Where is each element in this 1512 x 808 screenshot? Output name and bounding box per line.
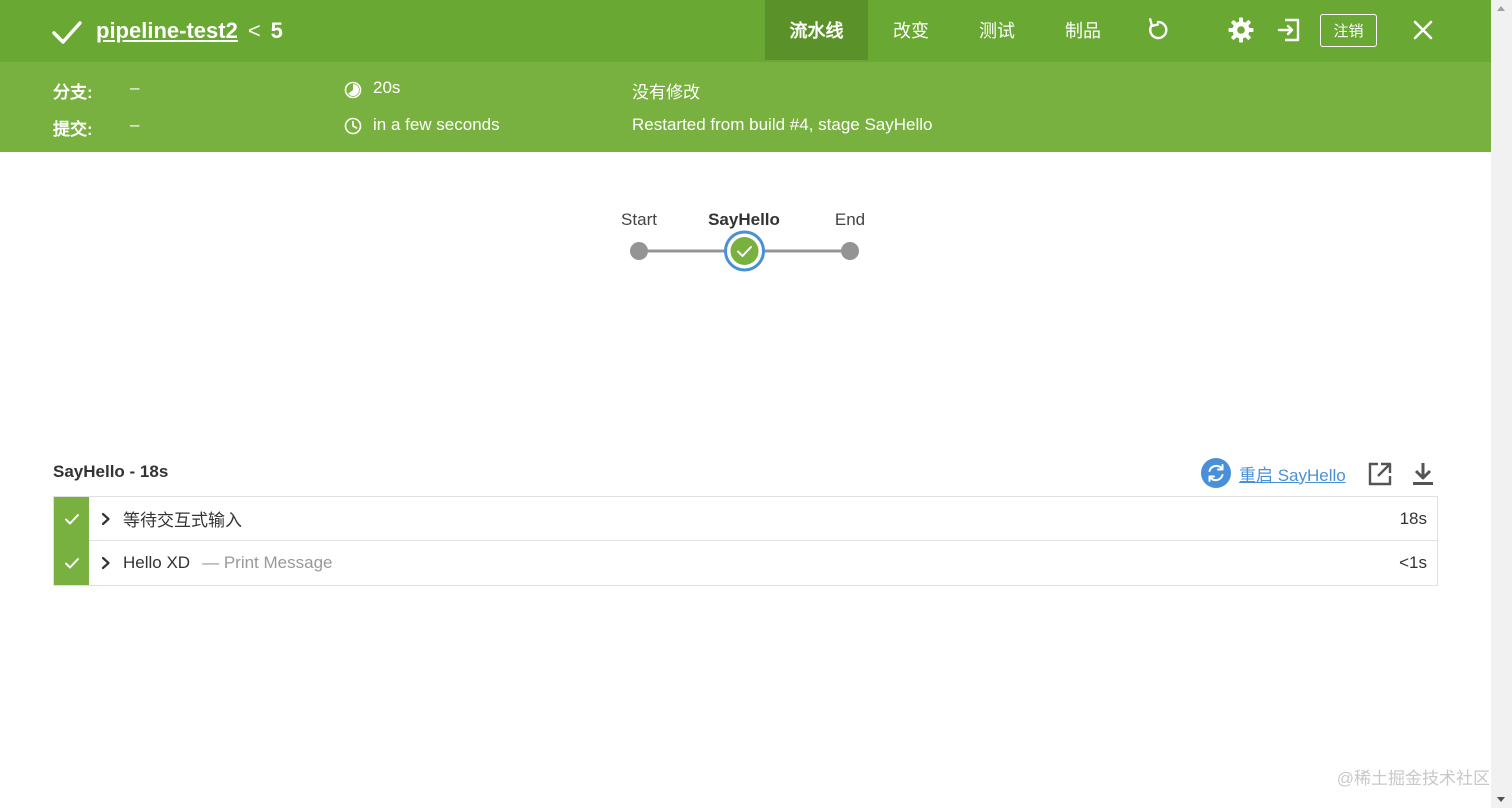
stage-node-end — [841, 242, 859, 260]
replay-icon[interactable] — [1142, 14, 1174, 46]
restart-stage-button[interactable]: 重启 SayHello — [1201, 458, 1346, 488]
check-icon — [52, 21, 82, 44]
commit-label: 提交: — [53, 120, 93, 139]
changes-value: 没有修改 — [632, 83, 700, 102]
restart-stage-link[interactable]: 重启 SayHello — [1239, 461, 1346, 486]
close-icon[interactable] — [1407, 14, 1439, 46]
breadcrumb-separator: < — [247, 18, 261, 43]
step-title: 等待交互式输入 — [123, 511, 242, 530]
vertical-scrollbar[interactable] — [1491, 0, 1512, 808]
logout-button[interactable]: 注销 — [1320, 14, 1377, 47]
duration-value: 20s — [373, 78, 401, 97]
chevron-right-icon[interactable] — [99, 512, 113, 526]
chevron-right-icon[interactable] — [99, 556, 113, 570]
step-duration: 18s — [1399, 508, 1427, 528]
cause-value: Restarted from build #4, stage SayHello — [632, 115, 933, 134]
step-description: — Print Message — [202, 553, 333, 572]
tab-tests[interactable]: 测试 — [954, 0, 1040, 60]
build-number: 5 — [270, 18, 283, 43]
branch-value: – — [130, 78, 140, 97]
branch-label: 分支: — [53, 83, 93, 102]
step-title: Hello XD — [123, 553, 191, 572]
step-success-icon — [54, 541, 89, 585]
step-duration: <1s — [1399, 553, 1427, 572]
tab-pipeline[interactable]: 流水线 — [765, 0, 868, 60]
download-icon[interactable] — [1408, 459, 1438, 489]
step-row[interactable]: 等待交互式输入 18s — [54, 496, 1437, 541]
pipeline-graph: Start SayHello End — [600, 200, 900, 280]
step-success-icon — [54, 496, 89, 541]
top-bar: pipeline-test2 < 5 流水线 改变 测试 制品 注销 — [0, 0, 1491, 62]
tab-artifacts[interactable]: 制品 — [1040, 0, 1126, 60]
step-list: 等待交互式输入 18s Hello XD — Print Message <1s — [53, 496, 1438, 586]
watermark: @稀土掘金技术社区 — [1336, 769, 1490, 788]
tab-changes[interactable]: 改变 — [868, 0, 954, 60]
pipeline-name-link[interactable]: pipeline-test2 — [96, 18, 238, 44]
clock-icon — [344, 117, 362, 135]
scroll-up-icon[interactable] — [1497, 6, 1505, 11]
gear-icon[interactable] — [1225, 14, 1257, 46]
stage-panel-title: SayHello - 18s — [53, 462, 169, 481]
exit-icon[interactable] — [1273, 14, 1305, 46]
started-value: in a few seconds — [373, 115, 500, 134]
run-info-strip: 分支: – 提交: – 20s in a few seconds 没有修改 Re… — [0, 62, 1491, 152]
stage-node-sayhello[interactable] — [724, 230, 765, 272]
stage-node-start — [630, 242, 648, 260]
open-external-icon[interactable] — [1365, 459, 1395, 489]
scroll-down-icon[interactable] — [1497, 797, 1505, 802]
pipeline-graph-svg — [630, 230, 859, 272]
step-row[interactable]: Hello XD — Print Message <1s — [54, 541, 1437, 585]
commit-value: – — [130, 115, 140, 134]
restart-icon[interactable] — [1201, 458, 1231, 488]
duration-icon — [344, 81, 362, 99]
breadcrumb: pipeline-test2 < 5 — [96, 15, 283, 47]
